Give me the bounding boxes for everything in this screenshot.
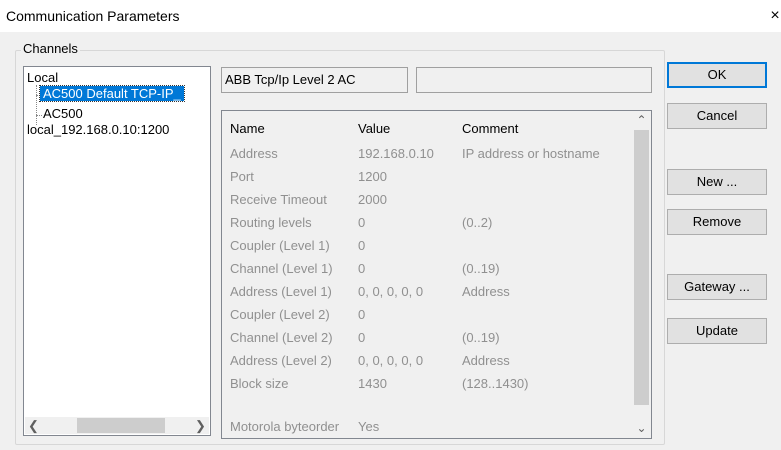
param-name: Address (Level 2) <box>230 353 332 368</box>
arrow-right-icon[interactable]: ❯ <box>192 417 209 434</box>
new-button[interactable]: New ... <box>667 169 767 195</box>
param-value[interactable]: 0 <box>358 261 365 276</box>
param-comment: (0..2) <box>462 215 493 230</box>
arrow-left-icon[interactable]: ❮ <box>25 417 42 434</box>
param-value[interactable]: 1430 <box>358 376 387 391</box>
title-bar: Communication Parameters × <box>0 0 781 32</box>
param-value[interactable]: Yes <box>358 419 379 434</box>
table-row[interactable]: Routing levels 0 (0..2) <box>222 213 632 235</box>
scrollbar-thumb[interactable] <box>77 418 165 433</box>
table-row[interactable]: Coupler (Level 2) 0 <box>222 305 632 327</box>
param-name: Address (Level 1) <box>230 284 332 299</box>
param-name: Port <box>230 169 254 184</box>
table-row[interactable]: Channel (Level 1) 0 (0..19) <box>222 259 632 281</box>
table-row[interactable]: Coupler (Level 1) 0 <box>222 236 632 258</box>
tree-item-ac500-default-tcp-ip[interactable]: AC500 Default TCP-IP_ <box>39 85 185 102</box>
param-comment: (128..1430) <box>462 376 529 391</box>
tree-connector <box>36 115 42 116</box>
window-title: Communication Parameters <box>6 8 180 24</box>
gateway-button[interactable]: Gateway ... <box>667 274 767 300</box>
table-row[interactable]: Port 1200 <box>222 167 632 189</box>
table-row[interactable]: Motorola byteorder Yes <box>222 417 632 438</box>
tree-connector <box>36 85 37 125</box>
param-value[interactable]: 2000 <box>358 192 387 207</box>
param-name: Receive Timeout <box>230 192 327 207</box>
table-row[interactable]: Address 192.168.0.10 IP address or hostn… <box>222 144 632 166</box>
param-value[interactable]: 0, 0, 0, 0, 0 <box>358 353 423 368</box>
communication-parameters-dialog: Communication Parameters × Channels Loca… <box>0 0 781 450</box>
param-name: Coupler (Level 1) <box>230 238 330 253</box>
driver-extra-field <box>416 67 652 93</box>
arrow-down-icon[interactable]: ⌄ <box>632 419 651 438</box>
parameters-grid[interactable]: Name Value Comment Address 192.168.0.10 … <box>221 110 652 439</box>
table-row[interactable]: Address (Level 2) 0, 0, 0, 0, 0 Address <box>222 351 632 373</box>
param-value[interactable]: 1200 <box>358 169 387 184</box>
arrow-up-icon[interactable]: ⌃ <box>632 111 651 130</box>
remove-button[interactable]: Remove <box>667 209 767 235</box>
param-value[interactable]: 0, 0, 0, 0, 0 <box>358 284 423 299</box>
tree-horizontal-scrollbar[interactable]: ❮ ❯ <box>25 417 209 434</box>
column-header-value: Value <box>358 121 391 136</box>
param-comment: Address <box>462 284 510 299</box>
param-value[interactable]: 0 <box>358 215 365 230</box>
table-row[interactable]: Address (Level 1) 0, 0, 0, 0, 0 Address <box>222 282 632 304</box>
column-header-comment: Comment <box>462 121 519 136</box>
param-value[interactable]: 0 <box>358 330 365 345</box>
param-value[interactable]: 192.168.0.10 <box>358 146 434 161</box>
grid-vertical-scrollbar[interactable]: ⌃ ⌄ <box>632 111 651 438</box>
param-name: Coupler (Level 2) <box>230 307 330 322</box>
ok-button[interactable]: OK <box>667 62 767 88</box>
update-button[interactable]: Update <box>667 318 767 344</box>
tree-item-ac500[interactable]: AC500 <box>43 106 83 121</box>
param-name: Channel (Level 1) <box>230 261 333 276</box>
tree-item-local[interactable]: Local <box>27 70 58 85</box>
param-comment: (0..19) <box>462 261 500 276</box>
param-name: Motorola byteorder <box>230 419 340 434</box>
cancel-button[interactable]: Cancel <box>667 103 767 129</box>
channels-label: Channels <box>21 41 80 56</box>
table-row[interactable]: Block size 1430 (128..1430) <box>222 374 632 396</box>
scrollbar-thumb[interactable] <box>634 130 649 405</box>
table-row[interactable]: Receive Timeout 2000 <box>222 190 632 212</box>
param-comment: IP address or hostname <box>462 146 600 161</box>
close-icon[interactable]: × <box>769 6 781 26</box>
param-value[interactable]: 0 <box>358 307 365 322</box>
param-name: Channel (Level 2) <box>230 330 333 345</box>
tree-item-local-192-168-0-10-1200[interactable]: local_192.168.0.10:1200 <box>27 122 169 137</box>
column-header-name: Name <box>230 121 265 136</box>
channels-tree[interactable]: Local AC500 Default TCP-IP_ AC500 local_… <box>23 66 211 436</box>
param-value[interactable]: 0 <box>358 238 365 253</box>
param-name: Address <box>230 146 278 161</box>
grid-header: Name Value Comment <box>222 111 632 147</box>
param-comment: Address <box>462 353 510 368</box>
param-comment: (0..19) <box>462 330 500 345</box>
driver-name-field: ABB Tcp/Ip Level 2 AC <box>221 67 408 93</box>
param-name: Routing levels <box>230 215 312 230</box>
param-name: Block size <box>230 376 289 391</box>
table-row[interactable]: Channel (Level 2) 0 (0..19) <box>222 328 632 350</box>
